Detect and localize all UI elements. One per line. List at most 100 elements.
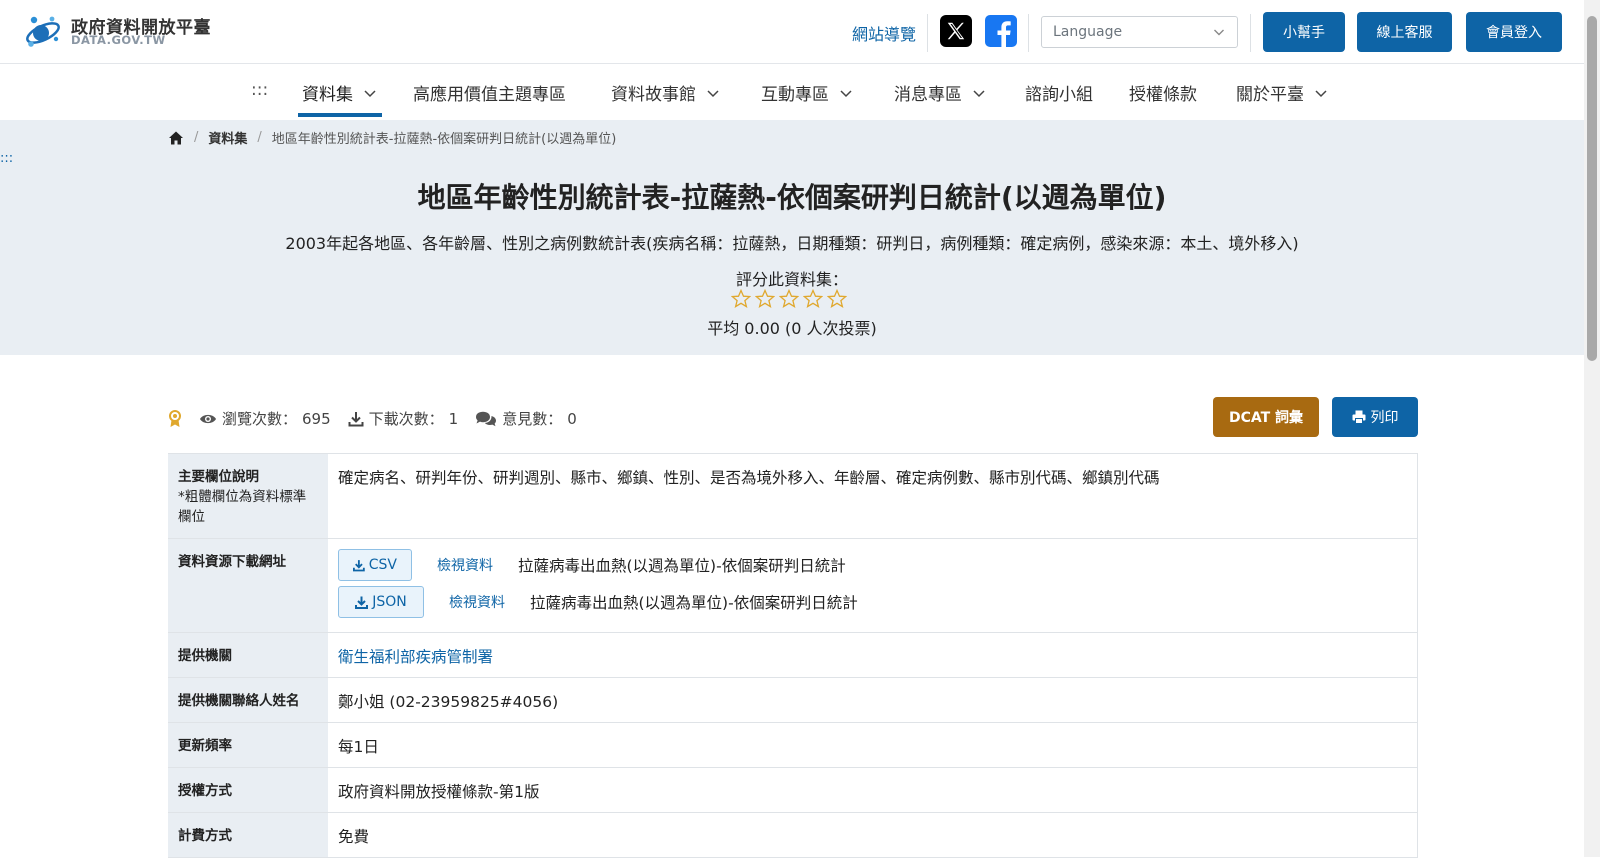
row-header: 更新頻率 bbox=[168, 723, 328, 767]
rating-average: 平均 0.00 (0 人次投票) bbox=[707, 319, 877, 338]
facebook-icon[interactable] bbox=[985, 15, 1017, 47]
nav-item-interactive[interactable]: 互動專區 bbox=[761, 80, 853, 105]
online-service-button[interactable]: 線上客服 bbox=[1357, 12, 1452, 52]
nav-item-advisory[interactable]: 諮詢小組 bbox=[1025, 80, 1093, 105]
comments-stat: 意見數： 0 bbox=[475, 408, 577, 429]
dataset-stats: 瀏覽次數： 695 下載次數： 1 意見數： 0 bbox=[168, 408, 594, 429]
table-row: 資料資源下載網址 CSV 檢視資料 拉薩病毒出血熱(以週為單位)-依個案研判日統… bbox=[168, 539, 1418, 633]
divider bbox=[927, 14, 928, 52]
nav-item-label: 消息專區 bbox=[894, 85, 962, 105]
chevron-down-icon bbox=[364, 89, 376, 97]
printer-icon bbox=[1352, 410, 1365, 424]
star-icon[interactable] bbox=[731, 289, 751, 309]
view-data-link[interactable]: 檢視資料 bbox=[437, 555, 493, 575]
main-nav: ::: 資料集 高應用價值主題專區 資料故事館 互動專區 消息專區 諮詢小組 授… bbox=[0, 64, 1584, 120]
resources-cell: CSV 檢視資料 拉薩病毒出血熱(以週為單位)-依個案研判日統計 JSON 檢視… bbox=[328, 539, 1418, 632]
site-logo[interactable]: 政府資料開放平臺 DATA.GOV.TW bbox=[23, 11, 223, 51]
view-data-link[interactable]: 檢視資料 bbox=[449, 592, 505, 612]
nav-item-label: 資料故事館 bbox=[611, 85, 696, 105]
dataset-info-table: 主要欄位說明 *粗體欄位為資料標準欄位 確定病名、研判年份、研判週別、縣市、鄉鎮… bbox=[168, 453, 1418, 858]
breadcrumb-datasets[interactable]: 資料集 bbox=[208, 128, 247, 147]
nav-active-indicator bbox=[298, 113, 382, 117]
star-icon[interactable] bbox=[779, 289, 799, 309]
views-label: 瀏覽次數： bbox=[222, 410, 298, 428]
nav-item-high-value[interactable]: 高應用價值主題專區 bbox=[413, 80, 566, 105]
scrollbar-thumb[interactable] bbox=[1587, 16, 1597, 361]
sitemap-link[interactable]: 網站導覽 bbox=[852, 21, 916, 45]
print-button[interactable]: 列印 bbox=[1332, 397, 1418, 437]
download-icon bbox=[348, 411, 364, 426]
license-value: 政府資料開放授權條款-第1版 bbox=[328, 768, 1418, 812]
comments-icon bbox=[476, 411, 497, 426]
row-header: 提供機關聯絡人姓名 bbox=[168, 678, 328, 722]
star-icon[interactable] bbox=[755, 289, 775, 309]
row-header: 計費方式 bbox=[168, 813, 328, 857]
chevron-down-icon bbox=[707, 89, 719, 97]
table-row: 主要欄位說明 *粗體欄位為資料標準欄位 確定病名、研判年份、研判週別、縣市、鄉鎮… bbox=[168, 454, 1418, 539]
divider bbox=[1028, 14, 1029, 52]
language-select[interactable]: Language bbox=[1041, 16, 1238, 48]
comments-label: 意見數： bbox=[502, 410, 563, 428]
logo-icon bbox=[26, 16, 60, 47]
page-title: 地區年齡性別統計表-拉薩熱-依個案研判日統計(以週為單位) bbox=[417, 181, 1167, 214]
x-twitter-icon[interactable] bbox=[940, 15, 972, 47]
chevron-down-icon bbox=[1214, 29, 1224, 36]
nav-item-label: 授權條款 bbox=[1129, 85, 1197, 105]
views-count: 695 bbox=[302, 409, 331, 428]
fields-note: *粗體欄位為資料標準欄位 bbox=[178, 489, 307, 525]
format-label: JSON bbox=[372, 594, 407, 610]
table-row: 提供機關 衛生福利部疾病管制署 bbox=[168, 633, 1418, 678]
award-icon bbox=[169, 409, 181, 427]
nav-item-label: 資料集 bbox=[302, 85, 353, 105]
format-label: CSV bbox=[368, 557, 397, 573]
frequency-value: 每1日 bbox=[328, 723, 1418, 767]
helper-button[interactable]: 小幫手 bbox=[1263, 12, 1345, 52]
star-icon[interactable] bbox=[803, 289, 823, 309]
download-icon bbox=[355, 596, 369, 609]
rating-label: 評分此資料集： bbox=[735, 270, 848, 289]
chevron-down-icon bbox=[1315, 89, 1327, 97]
nav-item-stories[interactable]: 資料故事館 bbox=[611, 80, 720, 105]
comments-count: 0 bbox=[567, 409, 577, 428]
nav-item-datasets[interactable]: 資料集 bbox=[302, 80, 377, 105]
member-login-button[interactable]: 會員登入 bbox=[1466, 12, 1562, 52]
resource-item: CSV 檢視資料 拉薩病毒出血熱(以週為單位)-依個案研判日統計 bbox=[338, 549, 1407, 581]
provider-cell: 衛生福利部疾病管制署 bbox=[328, 633, 1418, 677]
star-icon[interactable] bbox=[827, 289, 847, 309]
logo-subtitle: DATA.GOV.TW bbox=[71, 33, 166, 47]
rating-stars bbox=[731, 289, 847, 309]
row-header: 資料資源下載網址 bbox=[168, 539, 328, 632]
row-header: 提供機關 bbox=[168, 633, 328, 677]
content-anchor[interactable]: ::: bbox=[0, 151, 13, 166]
views-stat: 瀏覽次數： 695 bbox=[199, 408, 331, 429]
resource-name: 拉薩病毒出血熱(以週為單位)-依個案研判日統計 bbox=[530, 594, 858, 612]
dcat-vocabulary-button[interactable]: DCAT 詞彙 bbox=[1213, 397, 1319, 437]
downloads-label: 下載次數： bbox=[368, 410, 444, 428]
breadcrumb-separator: / bbox=[257, 130, 262, 145]
download-json-button[interactable]: JSON bbox=[338, 586, 424, 618]
nav-item-label: 諮詢小組 bbox=[1025, 85, 1093, 105]
provider-link[interactable]: 衛生福利部疾病管制署 bbox=[338, 648, 493, 666]
nav-item-label: 互動專區 bbox=[761, 85, 829, 105]
divider bbox=[1250, 14, 1251, 52]
fields-value: 確定病名、研判年份、研判週別、縣市、鄉鎮、性別、是否為境外移入、年齡層、確定病例… bbox=[328, 454, 1418, 538]
breadcrumb-separator: / bbox=[194, 130, 199, 145]
download-csv-button[interactable]: CSV bbox=[338, 549, 412, 581]
nav-item-news[interactable]: 消息專區 bbox=[894, 80, 986, 105]
menu-anchor[interactable]: ::: bbox=[251, 80, 268, 100]
chevron-down-icon bbox=[973, 89, 985, 97]
table-row: 提供機關聯絡人姓名 鄭小姐 (02-23959825#4056) bbox=[168, 678, 1418, 723]
eye-icon bbox=[200, 414, 216, 423]
downloads-stat: 下載次數： 1 bbox=[348, 408, 459, 429]
language-select-label: Language bbox=[1053, 24, 1123, 40]
contact-value: 鄭小姐 (02-23959825#4056) bbox=[328, 678, 1418, 722]
nav-item-about[interactable]: 關於平臺 bbox=[1236, 80, 1328, 105]
top-header: 政府資料開放平臺 DATA.GOV.TW 網站導覽 Language 小幫手 線… bbox=[0, 0, 1584, 64]
row-header: 主要欄位說明 *粗體欄位為資料標準欄位 bbox=[168, 454, 328, 538]
downloads-count: 1 bbox=[448, 409, 459, 428]
resource-item: JSON 檢視資料 拉薩病毒出血熱(以週為單位)-依個案研判日統計 bbox=[338, 586, 1407, 618]
dataset-hero: / 資料集 / 地區年齡性別統計表-拉薩熱-依個案研判日統計(以週為單位) ::… bbox=[0, 120, 1584, 355]
nav-item-license[interactable]: 授權條款 bbox=[1129, 80, 1197, 105]
table-row: 更新頻率 每1日 bbox=[168, 723, 1418, 768]
home-icon[interactable] bbox=[168, 130, 184, 146]
